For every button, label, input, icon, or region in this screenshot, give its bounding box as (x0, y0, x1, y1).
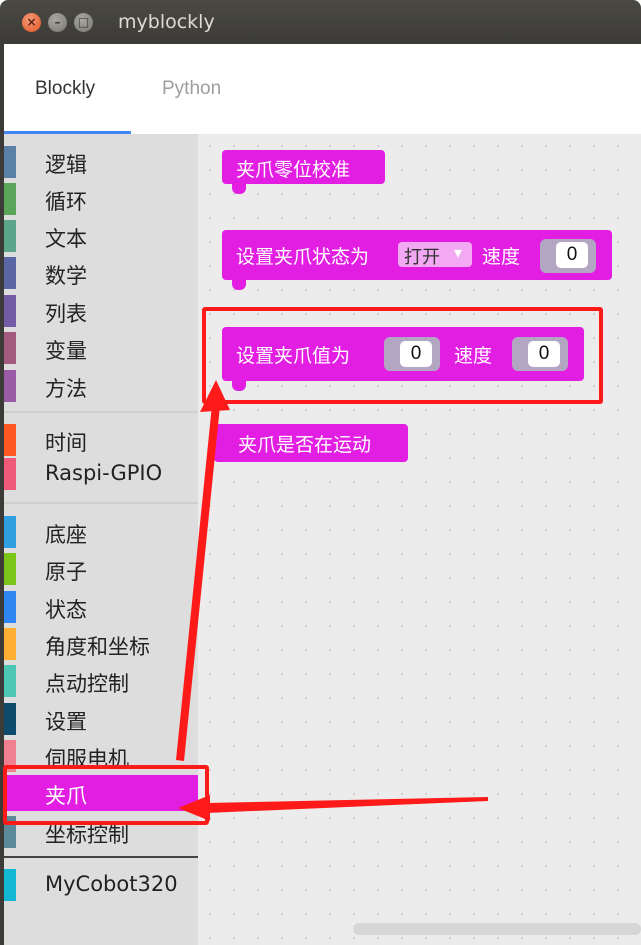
annotation-arrows (176, 380, 488, 821)
annotation-arrow-line-left (206, 797, 488, 813)
annotation-arrowhead-left (178, 795, 210, 821)
annotation-arrow-line-up (176, 405, 220, 761)
annotation-arrowhead-up (200, 380, 230, 412)
